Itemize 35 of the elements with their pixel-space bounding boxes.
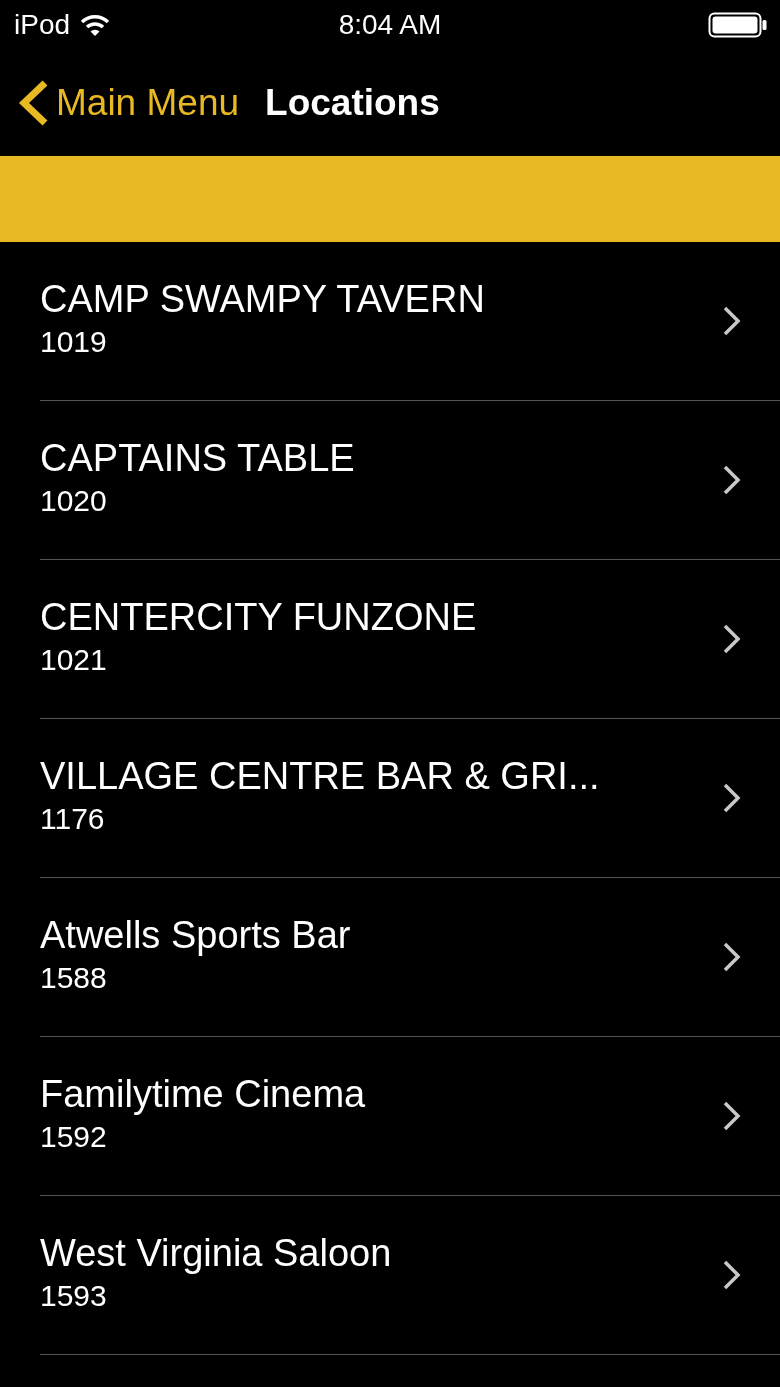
chevron-icon (722, 941, 742, 973)
chevron-icon (722, 464, 742, 496)
location-name: VILLAGE CENTRE BAR & GRI... (40, 754, 600, 798)
location-name: Atwells Sports Bar (40, 913, 351, 957)
location-code: 1020 (40, 483, 108, 518)
location-name: CAPTAINS TABLE (40, 436, 355, 480)
back-chevron-icon (16, 79, 50, 127)
location-row[interactable]: West Virginia Saloon 1593 (40, 1196, 780, 1355)
wifi-icon (80, 13, 111, 37)
location-row[interactable]: CAMP SWAMPY TAVERN 1019 (40, 242, 780, 401)
location-code: 1019 (40, 324, 108, 359)
location-row[interactable]: CAPTAINS TABLE 1020 (40, 401, 780, 560)
carrier-name: iPod (14, 9, 71, 41)
clock-time: 8:04 AM (338, 9, 442, 41)
location-row[interactable]: Familytime Cinema 1592 (40, 1037, 780, 1196)
back-button[interactable]: Main Menu (16, 79, 240, 127)
chevron-icon (722, 623, 742, 655)
chevron-icon (722, 1100, 742, 1132)
location-name: West Virginia Saloon (40, 1231, 392, 1275)
location-code: 1021 (40, 642, 108, 677)
location-name: CENTERCITY FUNZONE (40, 595, 477, 639)
location-row[interactable]: Atwells Sports Bar 1588 (40, 878, 780, 1037)
chevron-icon (722, 1259, 742, 1291)
location-name: CAMP SWAMPY TAVERN (40, 277, 485, 321)
location-code: 1592 (40, 1119, 108, 1154)
location-name: Familytime Cinema (40, 1072, 366, 1116)
location-code: 1593 (40, 1278, 108, 1313)
location-row[interactable]: VILLAGE CENTRE BAR & GRI... 1176 (40, 719, 780, 878)
screen-title: Locations (265, 82, 440, 124)
battery-icon (708, 12, 768, 38)
location-code: 1176 (40, 801, 106, 836)
location-row[interactable]: CENTERCITY FUNZONE 1021 (40, 560, 780, 719)
chevron-icon (722, 305, 742, 337)
chevron-icon (722, 782, 742, 814)
location-code: 1588 (40, 960, 108, 995)
